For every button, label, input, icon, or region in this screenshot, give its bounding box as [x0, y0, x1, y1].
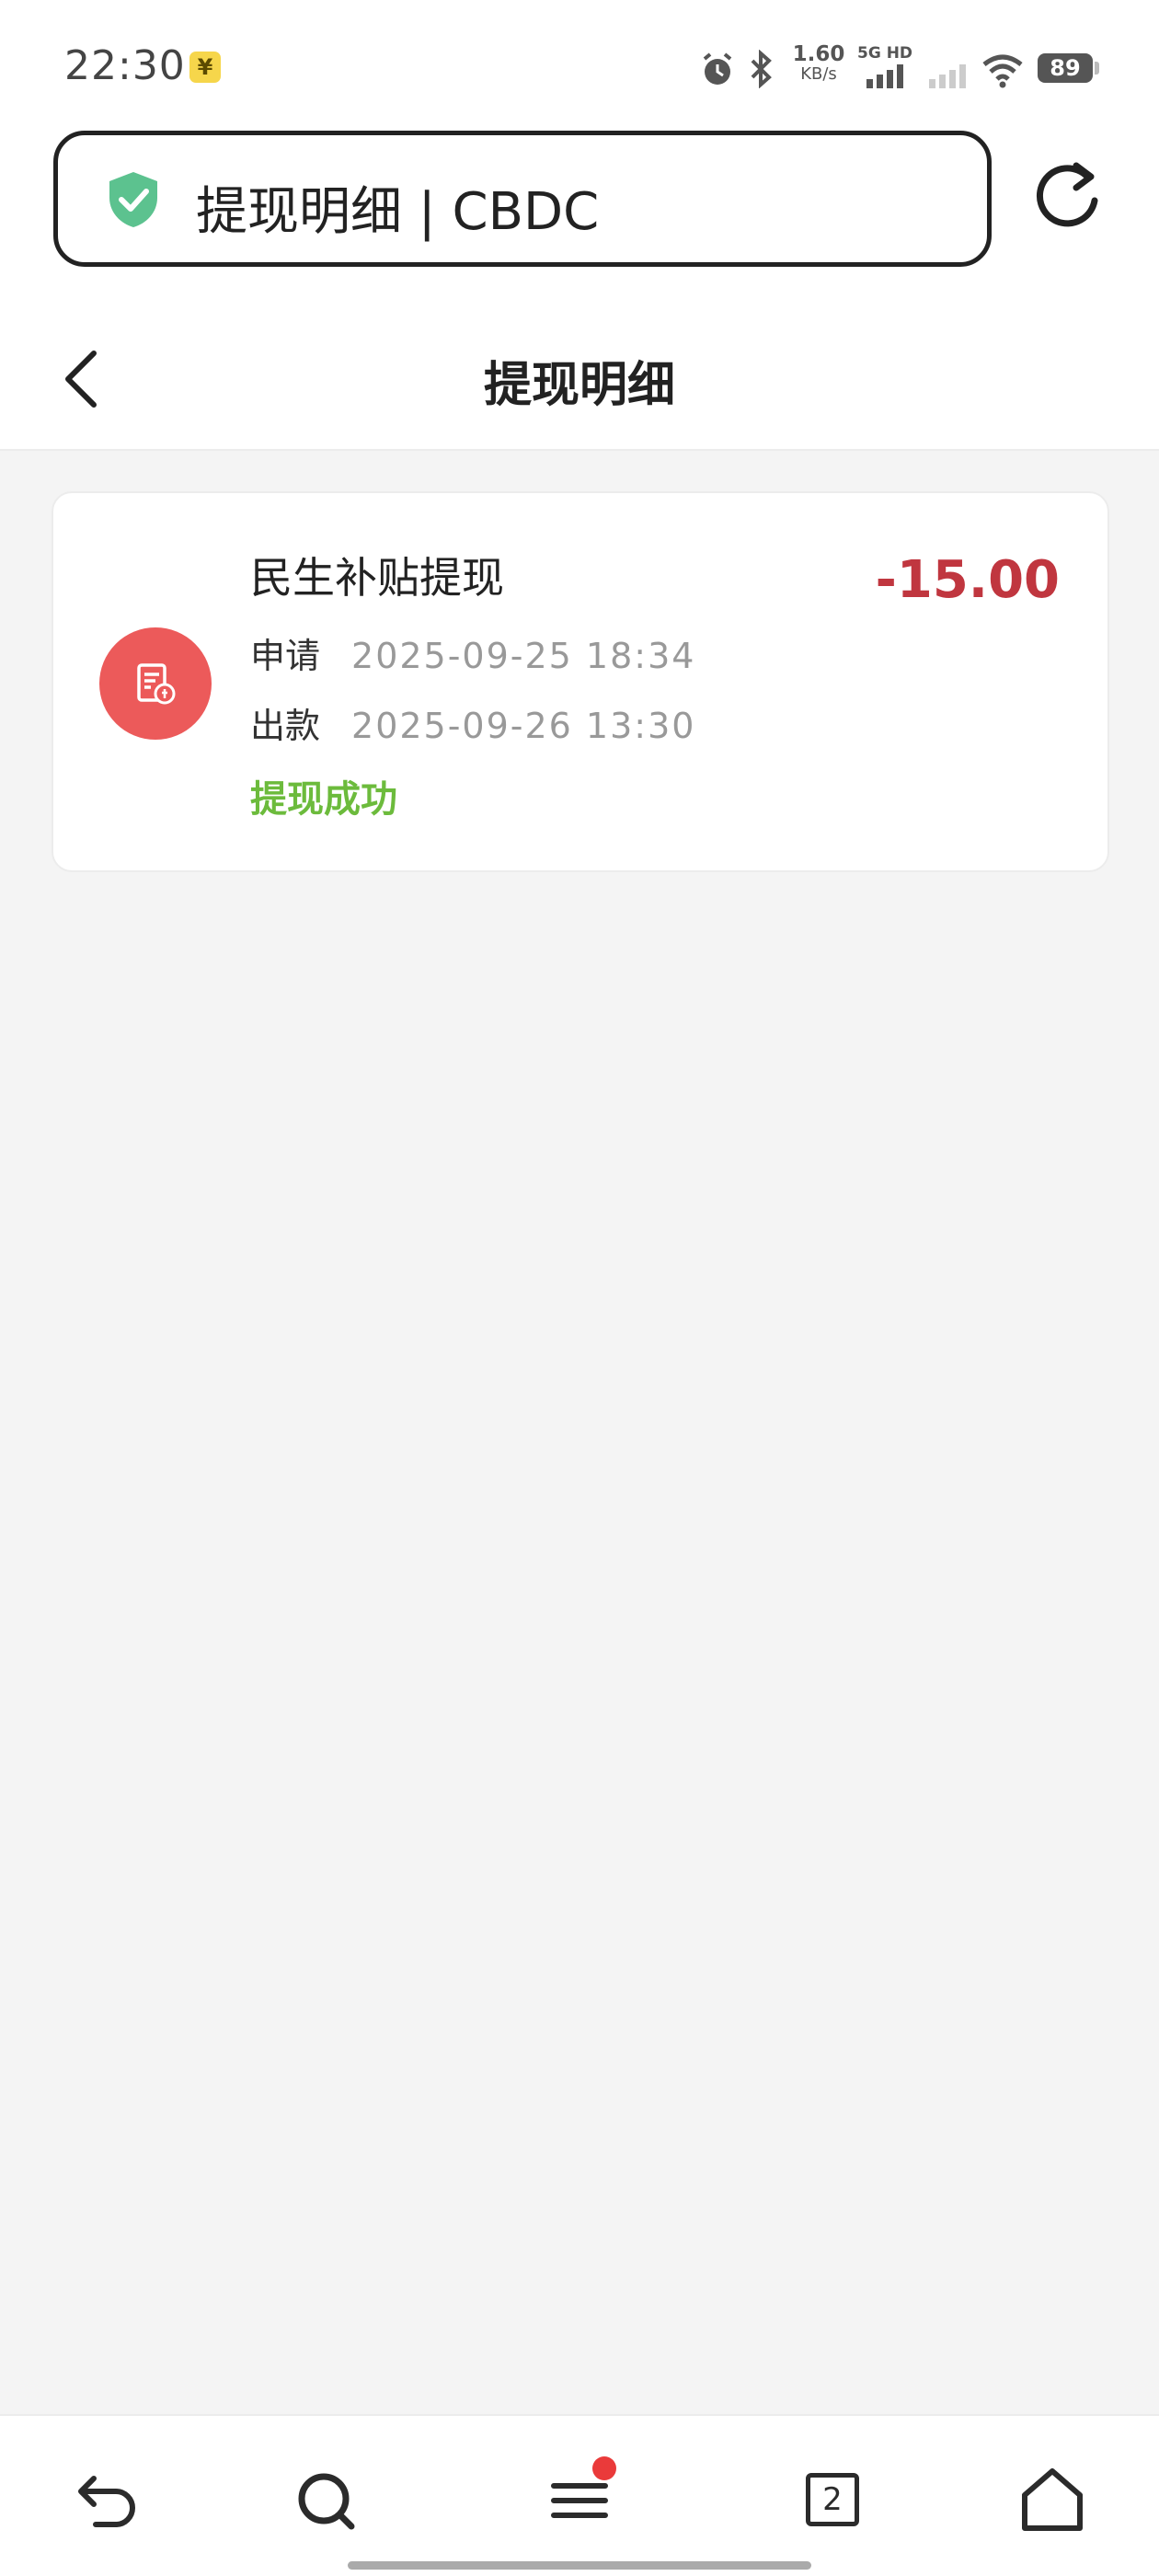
- signal-weak-icon: [929, 64, 966, 88]
- alarm-icon: [703, 52, 732, 85]
- tabs-icon: 2: [806, 2473, 859, 2526]
- url-bar[interactable]: 提现明细 | CBDC: [53, 131, 992, 267]
- record-title: 民生补贴提现: [250, 553, 504, 603]
- receipt-icon: [99, 627, 212, 740]
- shield-check-icon: [109, 172, 157, 227]
- status-badge: 提现成功: [250, 778, 397, 821]
- yuan-icon: ¥: [189, 52, 221, 83]
- record-amount: -15.00: [875, 550, 1060, 610]
- net-speed-value: 1.60: [792, 42, 845, 66]
- wifi-icon: [982, 54, 1023, 88]
- menu-button[interactable]: [543, 2456, 616, 2537]
- tabs-button[interactable]: 2: [797, 2464, 870, 2537]
- bluetooth-icon: [751, 50, 772, 88]
- net-speed: 1.60 KB/s: [791, 44, 846, 85]
- page-header: 提现明细: [0, 313, 1159, 449]
- network-label: 5G HD: [857, 44, 913, 63]
- battery-icon: 89: [1038, 53, 1093, 83]
- home-icon[interactable]: [1016, 2464, 1089, 2537]
- receipt-glyph: [137, 663, 176, 705]
- net-speed-unit: KB/s: [800, 64, 837, 84]
- home-indicator[interactable]: [348, 2561, 811, 2570]
- reload-icon[interactable]: [1034, 160, 1106, 236]
- search-icon[interactable]: [291, 2464, 364, 2537]
- status-bar: 22:30 ¥ 1.60 KB/s 5G HD 89: [0, 0, 1159, 129]
- page-title: 提现明细: [483, 358, 675, 413]
- apply-time: 2025-09-25 18:34: [351, 636, 696, 676]
- battery-tip: [1095, 62, 1099, 75]
- apply-label: 申请: [250, 636, 321, 676]
- signal-icon: [866, 64, 903, 88]
- top-area: 22:30 ¥ 1.60 KB/s 5G HD 89 提现明细 | CBDC 提…: [0, 0, 1159, 449]
- url-text[interactable]: 提现明细 | CBDC: [196, 170, 599, 245]
- payout-row: 出款 2025-09-26 13:30: [250, 697, 695, 748]
- bottom-nav: 2: [0, 2414, 1159, 2576]
- apply-row: 申请 2025-09-25 18:34: [250, 627, 695, 678]
- status-icons: 1.60 KB/s 5G HD 89: [699, 44, 1104, 92]
- status-time: 22:30: [64, 42, 186, 89]
- header-divider: [0, 449, 1159, 451]
- notification-dot: [592, 2456, 616, 2480]
- payout-label: 出款: [250, 706, 321, 746]
- back-arrow-icon[interactable]: [57, 346, 107, 412]
- payout-time: 2025-09-26 13:30: [351, 706, 696, 746]
- withdrawal-record-card[interactable]: 民生补贴提现 -15.00 申请 2025-09-25 18:34 出款 2025-…: [52, 491, 1109, 872]
- back-icon[interactable]: [72, 2464, 145, 2537]
